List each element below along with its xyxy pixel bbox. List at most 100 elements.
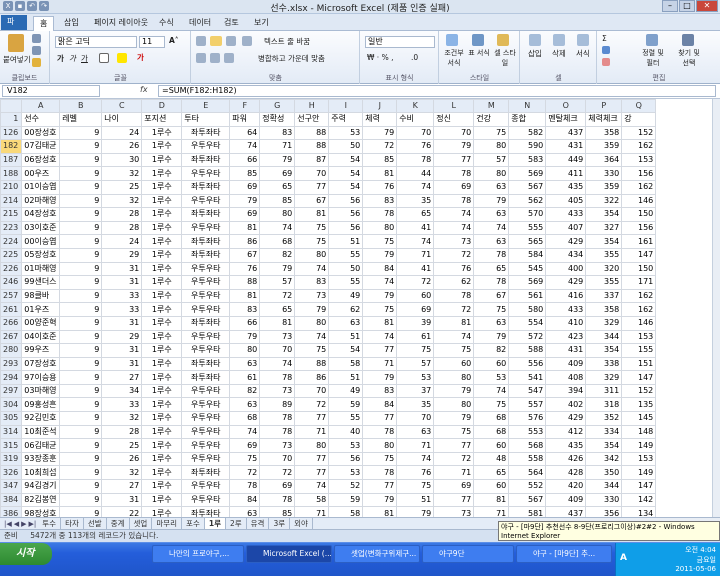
table-cell[interactable]: 69 — [229, 207, 261, 222]
table-cell[interactable]: 70 — [433, 125, 475, 141]
table-cell[interactable]: 75 — [473, 397, 510, 413]
table-cell[interactable]: 28 — [101, 220, 143, 236]
sort-filter-button[interactable]: 정렬 및 필터 — [638, 48, 668, 68]
column-header[interactable]: E — [181, 99, 231, 113]
row-header[interactable]: 304 — [0, 397, 23, 413]
table-cell[interactable]: 51 — [396, 492, 435, 508]
tab-file[interactable]: 파일 — [1, 15, 27, 40]
table-cell[interactable]: 50 — [328, 261, 364, 277]
table-cell[interactable]: 79 — [362, 125, 398, 141]
table-cell[interactable]: 584 — [508, 247, 547, 263]
table-cell[interactable]: 79 — [433, 139, 475, 154]
table-cell[interactable]: 433 — [545, 302, 587, 317]
table-cell[interactable]: 33 — [101, 302, 143, 317]
table-cell[interactable]: 70 — [396, 125, 435, 141]
table-cell[interactable]: 146 — [621, 315, 657, 331]
table-cell[interactable]: 63 — [396, 424, 435, 440]
table-cell[interactable]: 356 — [585, 506, 623, 517]
table-cell[interactable]: 583 — [508, 152, 547, 168]
table-cell[interactable]: 1루수 — [141, 424, 183, 440]
table-cell[interactable]: 54 — [328, 179, 364, 195]
table-cell[interactable]: 74 — [396, 451, 435, 467]
table-cell[interactable]: 590 — [508, 139, 547, 154]
table-cell[interactable]: 9 — [59, 424, 103, 440]
table-cell[interactable]: 33 — [101, 397, 143, 413]
table-cell[interactable]: 81 — [362, 506, 398, 517]
table-cell[interactable]: 155 — [621, 343, 657, 358]
table-cell[interactable]: 03이호준 — [21, 220, 61, 236]
table-cell[interactable]: 73 — [294, 288, 330, 304]
table-cell[interactable]: 22 — [101, 506, 143, 517]
column-header[interactable]: O — [545, 99, 587, 113]
row-header[interactable]: 214 — [0, 193, 23, 209]
table-cell[interactable]: 552 — [508, 479, 547, 494]
table-cell[interactable]: 1루수 — [141, 234, 183, 249]
table-cell[interactable]: 00이승엽 — [21, 234, 61, 249]
table-cell[interactable]: 1루수 — [141, 356, 183, 372]
underline-icon[interactable]: 가 — [81, 53, 88, 64]
table-cell[interactable]: 71 — [362, 356, 398, 372]
table-cell[interactable]: 80 — [433, 397, 475, 413]
table-cell[interactable]: 80 — [473, 166, 510, 181]
table-cell[interactable]: 437 — [545, 506, 587, 517]
table-cell[interactable]: 79 — [362, 370, 398, 385]
table-cell[interactable]: 420 — [545, 479, 587, 494]
table-cell[interactable]: 80 — [362, 220, 398, 236]
close-button[interactable]: ✕ — [696, 0, 718, 12]
table-cell[interactable]: 60 — [473, 438, 510, 453]
delete-cells-icon[interactable] — [553, 34, 565, 46]
table-cell[interactable]: 416 — [545, 288, 587, 304]
column-header[interactable]: A — [21, 99, 61, 113]
table-cell[interactable]: 9 — [59, 329, 103, 345]
sort-filter-icon[interactable] — [646, 34, 658, 46]
table-cell[interactable]: 80 — [473, 139, 510, 154]
table-cell[interactable]: 02마해영 — [21, 193, 61, 209]
table-cell[interactable]: 78 — [473, 275, 510, 290]
table-cell[interactable]: 70 — [294, 383, 330, 399]
table-cell[interactable]: 83 — [362, 193, 398, 209]
table-cell[interactable]: 359 — [585, 139, 623, 154]
table-cell[interactable]: 88 — [229, 275, 261, 290]
table-cell[interactable]: 60 — [396, 288, 435, 304]
table-cell[interactable]: 85 — [229, 166, 261, 181]
table-cell[interactable]: 9 — [59, 383, 103, 399]
table-cell[interactable]: 576 — [508, 411, 547, 426]
table-cell[interactable]: 1루수 — [141, 329, 183, 345]
table-cell[interactable]: 좌투좌타 — [181, 179, 231, 195]
row-header[interactable]: 297 — [0, 383, 23, 399]
table-cell[interactable]: 55 — [328, 411, 364, 426]
table-cell[interactable]: 329 — [585, 315, 623, 331]
table-cell[interactable]: 63 — [473, 234, 510, 249]
table-cell[interactable]: 147 — [621, 479, 657, 494]
row-header[interactable]: 294 — [0, 370, 23, 385]
table-cell[interactable]: 57 — [396, 356, 435, 372]
table-cell[interactable]: 77 — [362, 411, 398, 426]
table-cell[interactable]: 88 — [294, 139, 330, 154]
table-cell[interactable]: 61 — [396, 329, 435, 345]
sheet-tab[interactable]: 1루 — [204, 517, 226, 530]
table-cell[interactable]: 60 — [433, 356, 475, 372]
sheet-tab[interactable]: 2루 — [226, 517, 247, 530]
delete-button[interactable]: 삭제 — [552, 48, 566, 59]
table-cell[interactable]: 79 — [473, 329, 510, 345]
row-header[interactable]: 224 — [0, 234, 23, 249]
table-cell[interactable]: 99샌더스 — [21, 275, 61, 290]
table-cell[interactable]: 77 — [362, 479, 398, 494]
table-cell[interactable]: 우투우타 — [181, 288, 231, 304]
table-cell[interactable]: 75 — [362, 234, 398, 249]
table-cell[interactable]: 69 — [229, 438, 261, 453]
table-cell[interactable]: 63 — [229, 506, 261, 517]
decimal-icon[interactable]: .0 — [411, 53, 418, 62]
table-cell[interactable]: 9 — [59, 179, 103, 195]
table-cell[interactable]: 71 — [294, 424, 330, 440]
table-cell[interactable]: 81 — [362, 315, 398, 331]
table-cell[interactable]: 06장성호 — [21, 152, 61, 168]
table-cell[interactable]: 162 — [621, 139, 657, 154]
table-cell[interactable]: 9 — [59, 451, 103, 467]
minimize-button[interactable]: – — [662, 0, 678, 12]
table-cell[interactable]: 75 — [396, 343, 435, 358]
header-cell[interactable]: 파워 — [229, 112, 261, 127]
column-header[interactable]: I — [328, 99, 364, 113]
align-left-icon[interactable] — [196, 53, 206, 63]
table-cell[interactable]: 04장성호 — [21, 207, 61, 222]
